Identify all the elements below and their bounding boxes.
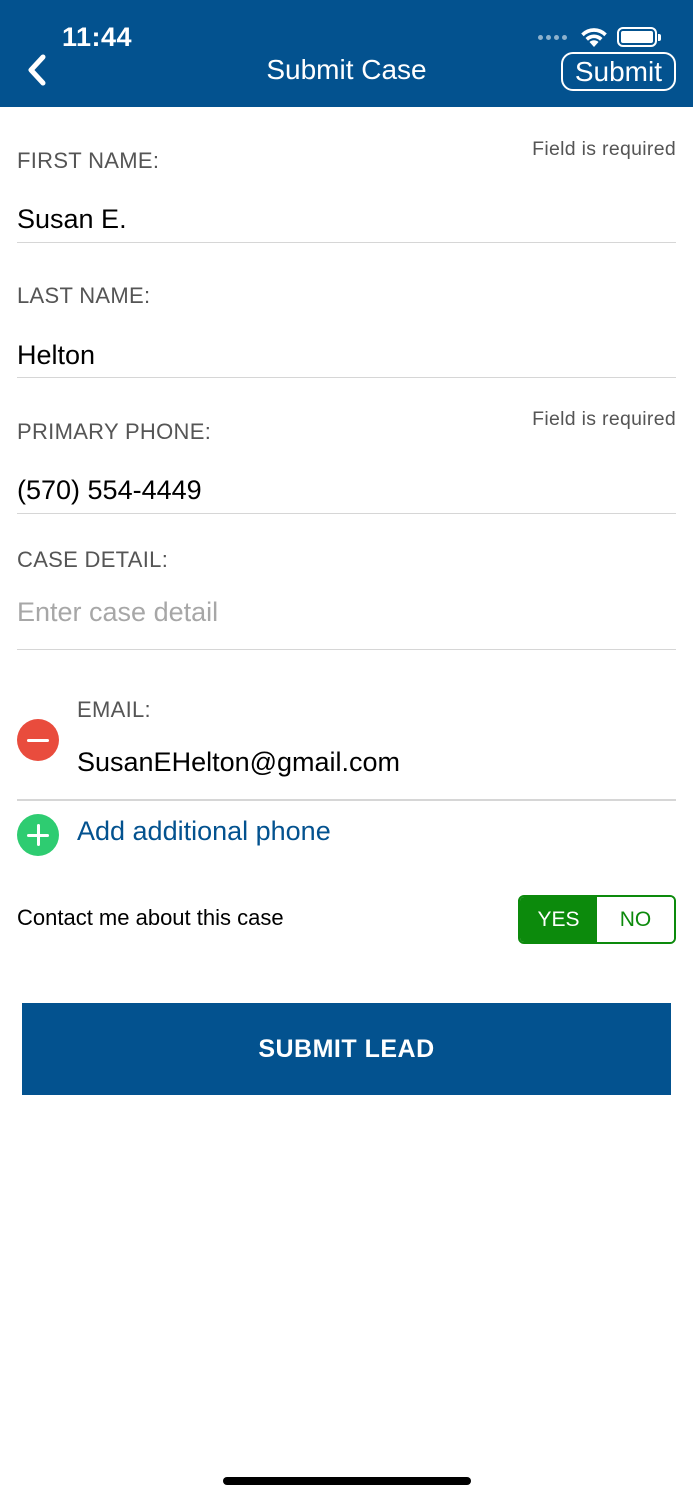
contact-label: Contact me about this case [17, 905, 284, 930]
case-detail-label: CASE DETAIL: [17, 547, 169, 572]
case-detail-field[interactable]: CASE DETAIL: Enter case detail [17, 514, 676, 650]
email-input[interactable]: SusanEHelton@gmail.com [77, 747, 400, 778]
signal-icon [538, 34, 567, 40]
status-time: 11:44 [62, 22, 133, 52]
remove-email-icon[interactable] [17, 719, 59, 761]
email-field[interactable]: EMAIL: SusanEHelton@gmail.com [77, 650, 676, 800]
first-name-label: FIRST NAME: [17, 148, 160, 173]
first-name-input[interactable]: Susan E. [17, 204, 127, 235]
first-name-required-note: Field is required [532, 138, 676, 160]
contact-yes-option[interactable]: YES [520, 897, 597, 942]
nav-header: 11:44 Submit Case Submit [0, 0, 693, 107]
last-name-label: LAST NAME: [17, 283, 151, 308]
battery-icon [617, 27, 661, 47]
status-icons [538, 26, 661, 48]
email-label: EMAIL: [77, 697, 151, 722]
contact-toggle: YES NO [518, 895, 676, 944]
primary-phone-required-note: Field is required [532, 408, 676, 430]
add-phone-icon[interactable] [17, 814, 59, 856]
contact-no-option[interactable]: NO [597, 897, 674, 942]
home-indicator [223, 1477, 471, 1485]
primary-phone-field[interactable]: PRIMARY PHONE: Field is required (570) 5… [17, 378, 676, 514]
case-detail-input[interactable]: Enter case detail [17, 597, 218, 628]
last-name-field[interactable]: LAST NAME: Helton [17, 243, 676, 378]
last-name-input[interactable]: Helton [17, 340, 95, 371]
submit-button[interactable]: Submit [560, 52, 676, 91]
wifi-icon [581, 28, 607, 47]
primary-phone-label: PRIMARY PHONE: [17, 419, 212, 444]
email-divider [17, 799, 676, 801]
add-phone-link[interactable]: Add additional phone [77, 816, 331, 847]
primary-phone-input[interactable]: (570) 554-4449 [17, 475, 202, 506]
first-name-field[interactable]: FIRST NAME: Field is required Susan E. [17, 107, 676, 243]
submit-lead-button[interactable]: SUBMIT LEAD [22, 1003, 671, 1095]
